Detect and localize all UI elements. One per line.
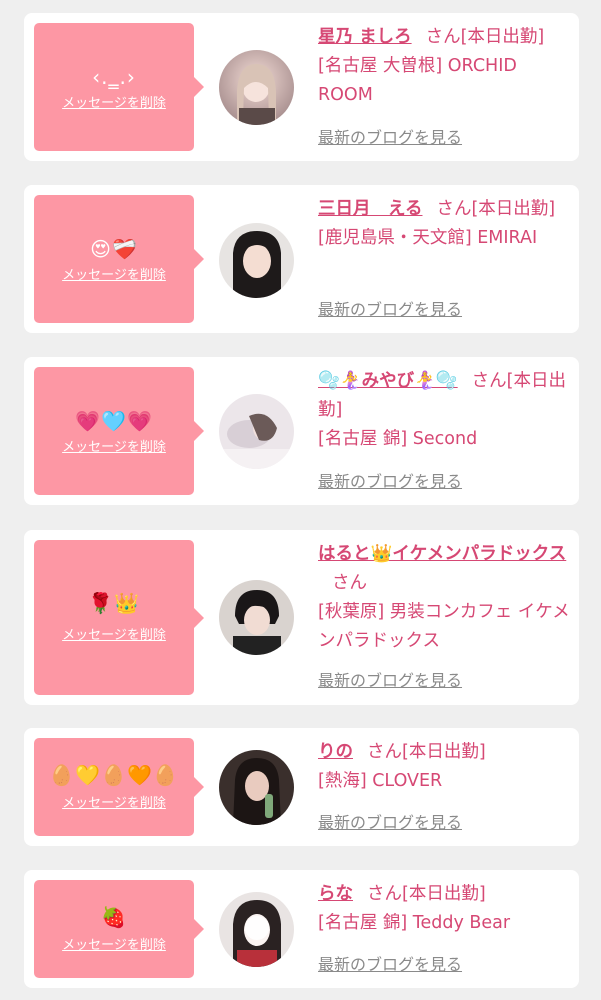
delete-message-link[interactable]: メッセージを削除 [34,439,194,457]
delete-message-link[interactable]: メッセージを削除 [34,795,194,813]
latest-blog-link[interactable]: 最新のブログを見る [318,812,462,834]
message-card: 🥚💛🥚🧡🥚 メッセージを削除 りの さん[本日出勤] [熱海] CLOVER 最新… [24,728,579,846]
message-card: 🍓 メッセージを削除 らな さん[本日出勤] [名古屋 錦] Teddy Bear… [24,870,579,988]
girl-name-link[interactable]: 星乃 ましろ [318,27,412,47]
message-card: 🌹👑 メッセージを削除 はると👑イケメンパラドックスさん [秋葉原] 男装コンカ… [24,530,579,705]
avatar[interactable] [219,892,294,967]
status-text: [本日出勤] [402,742,486,762]
san-label: さん [436,199,472,219]
delete-message-link[interactable]: メッセージを削除 [34,627,194,645]
shop-text: [名古屋 大曽根] ORCHID ROOM [318,56,517,105]
shop-text: [秋葉原] 男装コンカフェ イケメンパラドックス [318,602,570,651]
message-card: 😍❤️‍🩹 メッセージを削除 三日月 える さん[本日出勤] [鹿児島県・天文館]… [24,185,579,333]
message-bubble: 🍓 メッセージを削除 [34,880,204,978]
shop-text: [名古屋 錦] Teddy Bear [318,913,511,933]
avatar[interactable] [219,223,294,298]
message-text: 🍓 [101,904,127,929]
girl-name-link[interactable]: 三日月 える [318,199,422,219]
san-label: さん [332,573,367,593]
status-text: [本日出勤] [402,884,486,904]
girl-name-link[interactable]: 🫧🧜‍♀️みやび🧜‍♀️🫧 [318,371,458,391]
san-label: さん [367,742,402,762]
shop-text: [鹿児島県・天文館] EMIRAI [318,228,538,248]
message-bubble: 🥚💛🥚🧡🥚 メッセージを削除 [34,738,204,836]
delete-message-link[interactable]: メッセージを削除 [34,95,194,113]
girl-info: 星乃 ましろ さん[本日出勤] [名古屋 大曽根] ORCHID ROOM [318,23,573,110]
girl-info: 三日月 える さん[本日出勤] [鹿児島県・天文館] EMIRAI [318,195,573,253]
message-text: 💗🩵💗 [75,408,153,433]
latest-blog-link[interactable]: 最新のブログを見る [318,670,462,692]
latest-blog-link[interactable]: 最新のブログを見る [318,471,462,493]
san-label: さん [471,371,507,391]
avatar[interactable] [219,50,294,125]
avatar[interactable] [219,750,294,825]
message-text: ‹.‗.› [92,64,136,89]
san-label: さん [425,27,461,47]
avatar[interactable] [219,580,294,655]
girl-info: りの さん[本日出勤] [熱海] CLOVER [318,738,573,796]
girl-name-link[interactable]: はると👑イケメンパラドックス [318,544,566,564]
avatar[interactable] [219,394,294,469]
girl-name-link[interactable]: りの [318,742,353,762]
message-bubble: 😍❤️‍🩹 メッセージを削除 [34,195,204,323]
shop-text: [熱海] CLOVER [318,771,443,791]
message-text: 🌹👑 [88,590,140,615]
message-text: 🥚💛🥚🧡🥚 [49,762,179,787]
message-card: 💗🩵💗 メッセージを削除 🫧🧜‍♀️みやび🧜‍♀️🫧 さん[本日出勤] [名古屋 … [24,357,579,505]
girl-name-link[interactable]: らな [318,884,353,904]
girl-info: らな さん[本日出勤] [名古屋 錦] Teddy Bear [318,880,573,938]
delete-message-link[interactable]: メッセージを削除 [34,267,194,285]
message-bubble: 💗🩵💗 メッセージを削除 [34,367,204,495]
status-text: [本日出勤] [460,27,545,47]
latest-blog-link[interactable]: 最新のブログを見る [318,127,462,149]
shop-text: [名古屋 錦] Second [318,429,478,449]
delete-message-link[interactable]: メッセージを削除 [34,937,194,955]
message-bubble: 🌹👑 メッセージを削除 [34,540,204,695]
girl-info: はると👑イケメンパラドックスさん [秋葉原] 男装コンカフェ イケメンパラドック… [318,540,573,656]
message-card: ‹.‗.› メッセージを削除 星乃 ましろ さん[本日出勤] [名古屋 大曽根] … [24,13,579,161]
girl-info: 🫧🧜‍♀️みやび🧜‍♀️🫧 さん[本日出勤] [名古屋 錦] Second [318,367,573,454]
latest-blog-link[interactable]: 最新のブログを見る [318,954,462,976]
status-text: [本日出勤] [471,199,556,219]
message-text: 😍❤️‍🩹 [90,236,138,261]
message-bubble: ‹.‗.› メッセージを削除 [34,23,204,151]
latest-blog-link[interactable]: 最新のブログを見る [318,299,462,321]
san-label: さん [367,884,402,904]
